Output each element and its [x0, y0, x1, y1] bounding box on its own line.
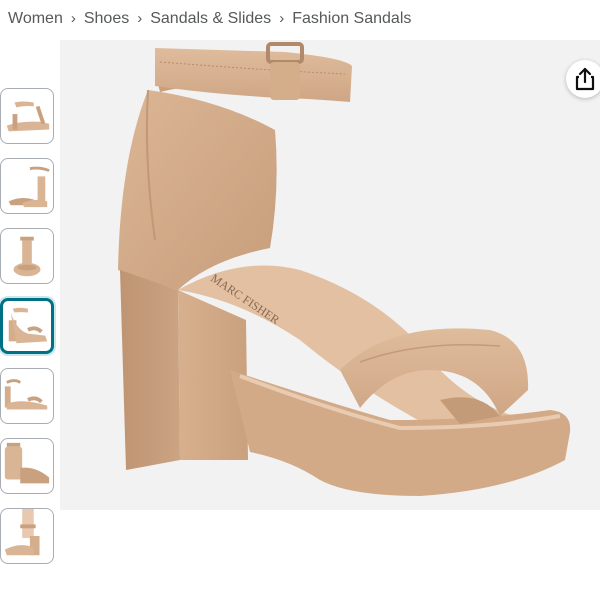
share-icon	[575, 67, 595, 91]
sandal-front-thumbnail-image	[13, 236, 41, 277]
sandal-pair-thumbnail-image	[8, 166, 50, 208]
thumbnail-5[interactable]	[0, 368, 54, 424]
breadcrumb-shoes[interactable]: Shoes	[84, 10, 129, 28]
thumbnail-2[interactable]	[0, 158, 54, 214]
thumbnail-4-selected[interactable]	[0, 298, 54, 354]
sandal-angle-thumbnail-image	[8, 307, 48, 344]
sandal-profile-thumbnail-image	[4, 379, 48, 410]
breadcrumb-separator: ›	[279, 9, 285, 27]
breadcrumb-women[interactable]: Women	[8, 10, 63, 28]
breadcrumb: Women › Shoes › Sandals & Slides › Fashi…	[8, 8, 411, 30]
thumbnail-1[interactable]	[0, 88, 54, 144]
thumbnail-6[interactable]	[0, 438, 54, 494]
breadcrumb-fashion-sandals[interactable]: Fashion Sandals	[292, 10, 411, 28]
share-button[interactable]	[566, 60, 600, 98]
breadcrumb-separator: ›	[70, 9, 76, 27]
sandal-on-foot-thumbnail-image	[4, 509, 40, 556]
breadcrumb-separator: ›	[137, 9, 143, 27]
sandal-back-thumbnail-image	[4, 442, 50, 484]
breadcrumb-sandals-slides[interactable]: Sandals & Slides	[150, 10, 271, 28]
block-heel-sandal-image: MARC FISHER	[118, 42, 571, 496]
sandal-side-thumbnail-image	[6, 101, 50, 132]
main-product-image[interactable]: MARC FISHER	[60, 40, 600, 510]
thumbnail-7[interactable]	[0, 508, 54, 564]
thumbnail-3[interactable]	[0, 228, 54, 284]
